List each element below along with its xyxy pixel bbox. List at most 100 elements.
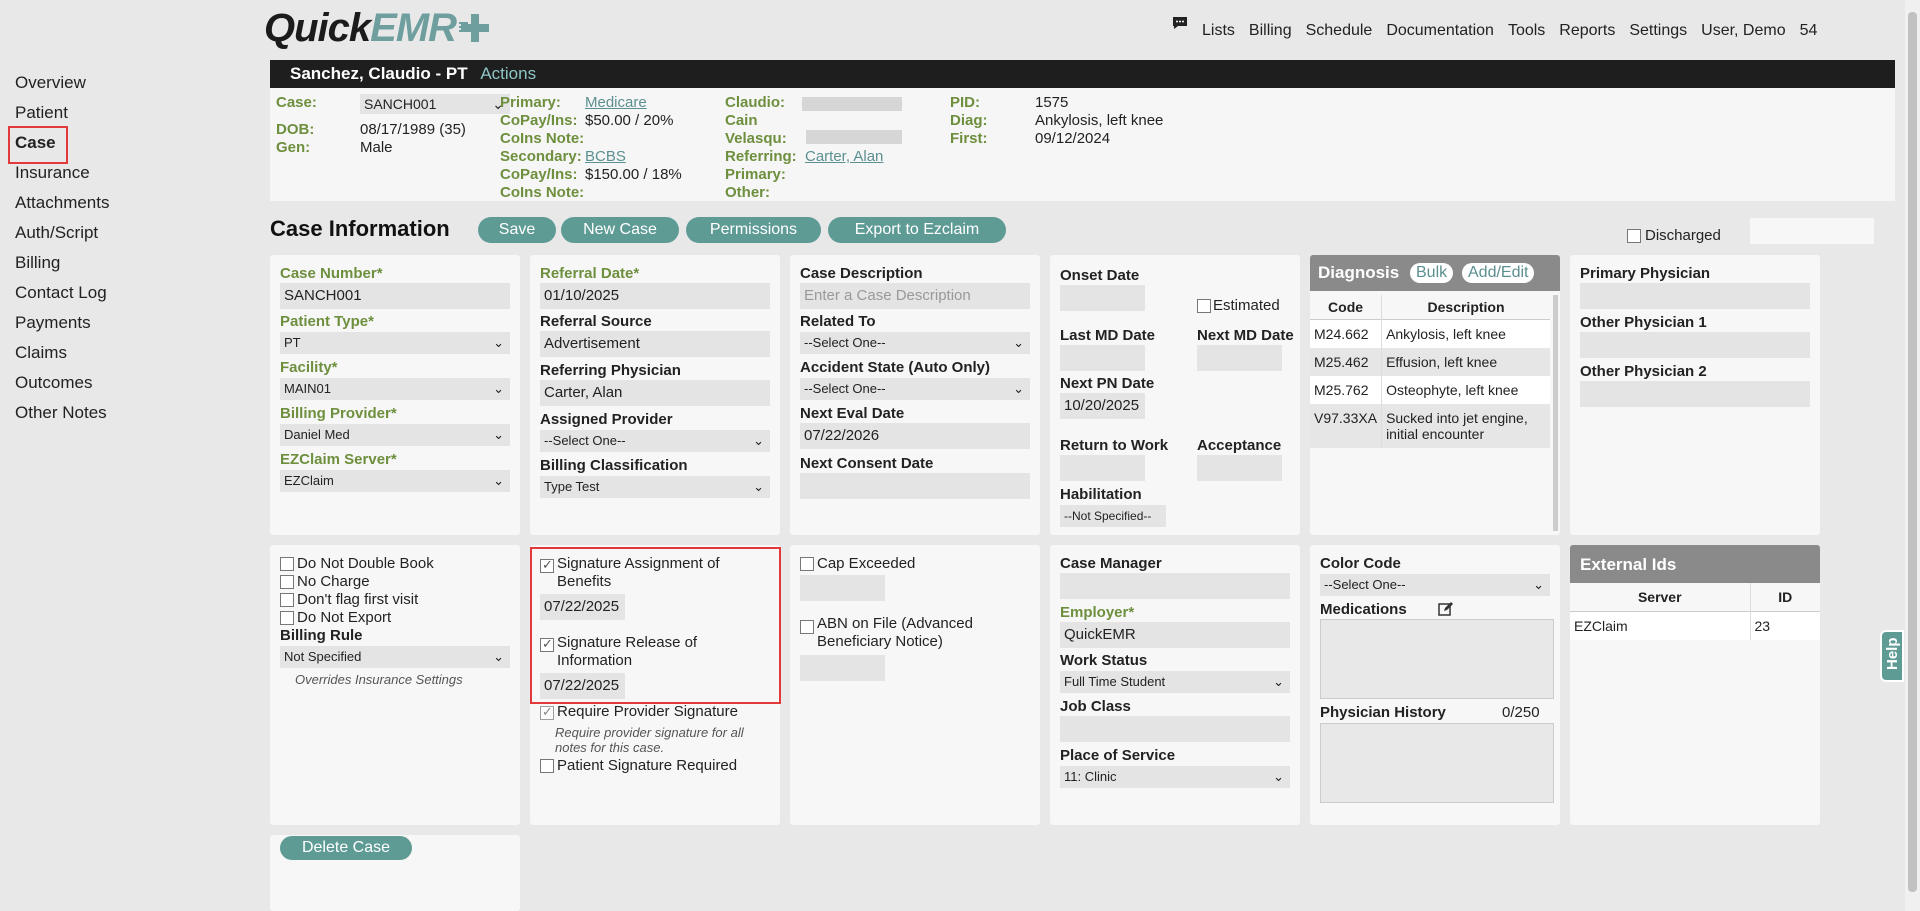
referral-date-input[interactable]: 01/10/2025 — [540, 283, 770, 309]
do-not-double-book-checkbox[interactable] — [280, 557, 294, 571]
topnav-tools[interactable]: Tools — [1508, 22, 1545, 40]
highlight-signatures — [530, 547, 781, 704]
case-description-input[interactable]: Enter a Case Description — [800, 283, 1030, 309]
panel-dates: Onset Date Estimated Last MD Date Next M… — [1050, 255, 1300, 535]
discharged-date-input[interactable] — [1750, 218, 1874, 244]
place-of-service-value: 11: Clinic — [1064, 769, 1117, 784]
do-not-export-checkbox[interactable] — [280, 611, 294, 625]
physician-history-textarea[interactable] — [1320, 723, 1554, 803]
chat-icon[interactable] — [1172, 16, 1188, 30]
work-status-select[interactable]: Full Time Student ⌄ — [1060, 671, 1290, 693]
topnav-reports[interactable]: Reports — [1559, 22, 1615, 40]
primary-physician-input[interactable] — [1580, 283, 1810, 309]
leftnav-patient[interactable]: Patient — [0, 98, 260, 128]
next-eval-input[interactable]: 07/22/2026 — [800, 423, 1030, 449]
ezclaim-server-select[interactable]: EZClaim ⌄ — [280, 470, 510, 492]
no-charge-checkbox[interactable] — [280, 575, 294, 589]
primary-ins-link[interactable]: Medicare — [585, 94, 647, 111]
table-row[interactable]: V97.33XA Sucked into jet engine, initial … — [1310, 404, 1550, 448]
secondary-ins-link[interactable]: BCBS — [585, 148, 626, 165]
leftnav-contact-log[interactable]: Contact Log — [0, 278, 260, 308]
topnav-schedule[interactable]: Schedule — [1306, 22, 1373, 40]
leftnav-billing[interactable]: Billing — [0, 248, 260, 278]
referring-link[interactable]: Carter, Alan — [805, 148, 883, 165]
save-button[interactable]: Save — [478, 217, 556, 243]
table-row[interactable]: M25.462 Effusion, left knee — [1310, 348, 1550, 376]
next-consent-label: Next Consent Date — [800, 455, 934, 472]
topnav-documentation[interactable]: Documentation — [1386, 22, 1494, 40]
diagnosis-scrollbar[interactable] — [1553, 295, 1558, 531]
related-to-select[interactable]: --Select One-- ⌄ — [800, 332, 1030, 354]
edit-icon[interactable] — [1438, 601, 1454, 617]
page-scrollbar[interactable] — [1905, 0, 1920, 911]
job-class-input[interactable] — [1060, 716, 1290, 742]
velasqu-label: Velasqu: — [725, 130, 787, 147]
topnav-user[interactable]: User, Demo — [1701, 22, 1785, 40]
leftnav-overview[interactable]: Overview — [0, 68, 260, 98]
leftnav-attachments[interactable]: Attachments — [0, 188, 260, 218]
panel-diagnosis: Diagnosis Bulk Add/Edit Code Description… — [1310, 255, 1560, 535]
export-ezclaim-button[interactable]: Export to Ezclaim — [828, 217, 1006, 243]
leftnav-outcomes[interactable]: Outcomes — [0, 368, 260, 398]
onset-date-input[interactable] — [1060, 285, 1145, 311]
abn-date-input[interactable] — [800, 655, 885, 681]
billing-provider-select[interactable]: Daniel Med ⌄ — [280, 424, 510, 446]
accident-state-select[interactable]: --Select One-- ⌄ — [800, 378, 1030, 400]
table-row[interactable]: M24.662 Ankylosis, left knee — [1310, 319, 1550, 348]
assigned-provider-select[interactable]: --Select One-- ⌄ — [540, 430, 770, 452]
color-code-select[interactable]: --Select One-- ⌄ — [1320, 574, 1550, 596]
cap-exceeded-input[interactable] — [800, 575, 885, 601]
abn-checkbox[interactable] — [800, 620, 814, 634]
bulk-button[interactable]: Bulk — [1410, 263, 1454, 283]
place-of-service-select[interactable]: 11: Clinic ⌄ — [1060, 766, 1290, 788]
leftnav-claims[interactable]: Claims — [0, 338, 260, 368]
patient-sig-required-checkbox[interactable] — [540, 759, 554, 773]
referring-physician-input[interactable]: Carter, Alan — [540, 380, 770, 406]
next-md-date-input[interactable] — [1197, 345, 1282, 371]
medications-textarea[interactable] — [1320, 619, 1554, 699]
add-edit-button[interactable]: Add/Edit — [1462, 263, 1535, 283]
permissions-button[interactable]: Permissions — [686, 217, 821, 243]
diagnosis-table: Code Description M24.662 Ankylosis, left … — [1310, 295, 1550, 448]
other-physician-1-input[interactable] — [1580, 332, 1810, 358]
topnav-billing[interactable]: Billing — [1249, 22, 1292, 40]
return-to-work-input[interactable] — [1060, 455, 1145, 481]
billing-rule-select[interactable]: Not Specified ⌄ — [280, 646, 510, 668]
next-consent-input[interactable] — [800, 473, 1030, 499]
acceptance-input[interactable] — [1197, 455, 1282, 481]
leftnav-other-notes[interactable]: Other Notes — [0, 398, 260, 428]
estimated-checkbox[interactable] — [1197, 299, 1211, 313]
leftnav-auth-script[interactable]: Auth/Script — [0, 218, 260, 248]
dont-flag-checkbox[interactable] — [280, 593, 294, 607]
logo[interactable]: Quick EMR — [264, 4, 492, 52]
discharged-checkbox[interactable] — [1627, 229, 1641, 243]
gen-value: Male — [360, 139, 393, 156]
delete-case-button[interactable]: Delete Case — [280, 836, 412, 860]
leftnav-payments[interactable]: Payments — [0, 308, 260, 338]
help-tab[interactable]: Help — [1880, 630, 1904, 682]
require-provider-sig-checkbox[interactable] — [540, 704, 554, 720]
table-row[interactable]: M25.762 Osteophyte, left knee — [1310, 376, 1550, 404]
habilitation-label: Habilitation — [1060, 486, 1142, 503]
facility-select[interactable]: MAIN01 ⌄ — [280, 378, 510, 400]
actions-link[interactable]: Actions — [480, 64, 536, 83]
diag-description: Sucked into jet engine, initial encounte… — [1381, 404, 1550, 448]
billing-class-select[interactable]: Type Test ⌄ — [540, 476, 770, 498]
topnav-lists[interactable]: Lists — [1202, 22, 1235, 40]
other-physician-2-input[interactable] — [1580, 381, 1810, 407]
cap-exceeded-checkbox[interactable] — [800, 557, 814, 571]
facility-value: MAIN01 — [284, 381, 331, 396]
next-pn-date-input[interactable]: 10/20/2025 — [1060, 393, 1145, 419]
scrollbar-thumb[interactable] — [1908, 12, 1917, 892]
last-md-date-input[interactable] — [1060, 345, 1145, 371]
case-select[interactable]: SANCH001 ⌄ — [360, 94, 510, 114]
case-number-input[interactable]: SANCH001 — [280, 283, 510, 309]
chevron-down-icon: ⌄ — [1013, 381, 1024, 396]
referral-source-input[interactable]: Advertisement — [540, 331, 770, 357]
patient-type-select[interactable]: PT ⌄ — [280, 332, 510, 354]
habilitation-select[interactable]: --Not Specified-- — [1060, 505, 1166, 527]
case-manager-input[interactable] — [1060, 573, 1290, 599]
new-case-button[interactable]: New Case — [561, 217, 679, 243]
employer-input[interactable]: QuickEMR — [1060, 622, 1290, 648]
topnav-settings[interactable]: Settings — [1629, 22, 1687, 40]
